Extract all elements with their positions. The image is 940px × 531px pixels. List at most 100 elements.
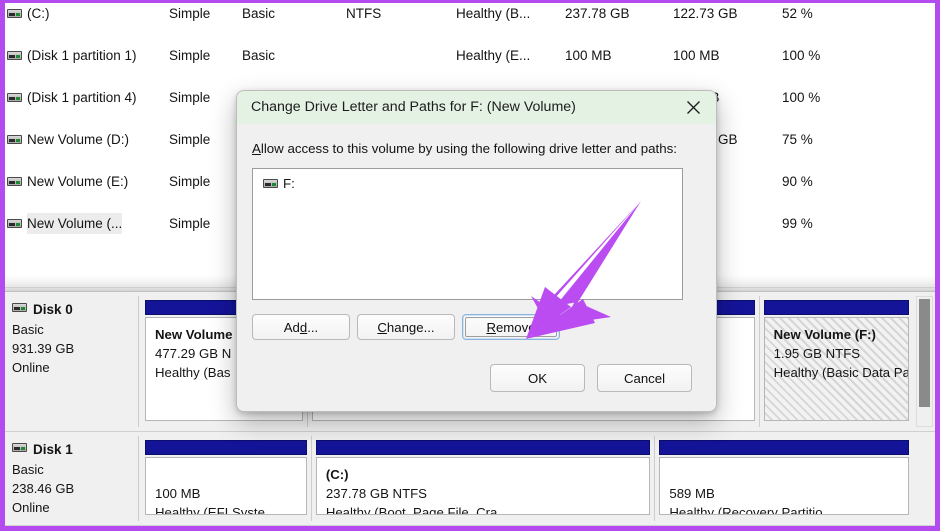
volume-status: Healthy (E... [456, 45, 530, 66]
drive-icon [12, 303, 27, 312]
table-row[interactable]: (Disk 1 partition 1) Simple Basic Health… [5, 45, 935, 66]
volume-type: Basic [242, 3, 275, 24]
drive-icon [7, 45, 27, 66]
partition-size-fs: 589 MB [669, 486, 714, 501]
drive-icon [7, 129, 27, 150]
add-label-1: Ad [284, 320, 300, 335]
partition-bar [659, 440, 909, 455]
partition-bar [316, 440, 651, 455]
partition[interactable]: New Volume (F:) 1.95 GB NTFS Healthy (Ba… [759, 296, 913, 427]
drive-icon [7, 213, 27, 234]
instruction-accel: A [252, 141, 261, 156]
ok-button[interactable]: OK [490, 364, 585, 392]
cancel-button[interactable]: Cancel [597, 364, 692, 392]
change-button[interactable]: Change... [357, 314, 455, 340]
volume-name: New Volume (D:) [27, 129, 129, 150]
partition-letter: (C:) [326, 467, 349, 482]
partition-health: Healthy (Basic Data Part [774, 365, 909, 380]
volume-name: (C:) [27, 3, 50, 24]
partition-body: New Volume (F:) 1.95 GB NTFS Healthy (Ba… [764, 317, 909, 421]
disk-size: 931.39 GB [7, 339, 138, 358]
volume-percent-free: 90 % [782, 171, 813, 192]
cancel-label: Cancel [624, 371, 665, 386]
disk-title-label: Disk 1 [33, 442, 73, 457]
disk-header-0[interactable]: Disk 0 Basic 931.39 GB Online [7, 296, 139, 427]
partition-bar [145, 440, 307, 455]
remove-button[interactable]: Remove [462, 314, 560, 340]
volume-percent-free: 99 % [782, 213, 813, 234]
dialog-titlebar: Change Drive Letter and Paths for F: (Ne… [237, 91, 716, 125]
partition-body: (C:) 237.78 GB NTFS Healthy (Boot, Page … [316, 457, 651, 515]
disk-type: Basic [7, 320, 138, 339]
volume-layout: Simple [169, 45, 210, 66]
disk-title-label: Disk 0 [33, 302, 73, 317]
volume-capacity: 100 MB [565, 45, 612, 66]
volume-name: New Volume (E:) [27, 171, 128, 192]
volume-name: (Disk 1 partition 1) [27, 45, 137, 66]
change-drive-letter-dialog[interactable]: Change Drive Letter and Paths for F: (Ne… [236, 90, 717, 412]
partition-name: New Volume [155, 327, 232, 342]
partition-bar [764, 300, 909, 315]
drive-icon [7, 171, 27, 192]
disk-size: 238.46 GB [7, 479, 138, 498]
volume-free-space: 122.73 GB [673, 3, 738, 24]
ok-label: OK [528, 371, 547, 386]
list-item-label: F: [283, 176, 295, 191]
add-button[interactable]: Add... [252, 314, 350, 340]
disk-status: Online [7, 358, 138, 377]
scrollbar-thumb[interactable] [919, 299, 930, 407]
partition[interactable]: 100 MB Healthy (EFI Syste [141, 436, 311, 521]
disk-view-scrollbar[interactable] [916, 296, 933, 427]
partition-size-fs: 477.29 GB N [155, 346, 231, 361]
volume-layout: Simple [169, 171, 210, 192]
partition-body: 100 MB Healthy (EFI Syste [145, 457, 307, 515]
volume-percent-free: 100 % [782, 45, 820, 66]
disk-header-1[interactable]: Disk 1 Basic 238.46 GB Online [7, 436, 139, 521]
disk-type: Basic [7, 460, 138, 479]
disk-row-1[interactable]: Disk 1 Basic 238.46 GB Online 100 MB Hea… [5, 432, 935, 526]
table-row[interactable]: (C:) Simple Basic NTFS Healthy (B... 237… [5, 3, 935, 24]
add-accel: d [300, 320, 307, 335]
change-accel: C [377, 320, 387, 335]
partition-body: 589 MB Healthy (Recovery Partitio [659, 457, 909, 515]
remove-accel: R [486, 320, 496, 335]
remove-button-focus-ring: Remove [465, 317, 557, 337]
add-label-2: ... [307, 320, 318, 335]
drive-icon [7, 87, 27, 108]
volume-percent-free: 75 % [782, 129, 813, 150]
dialog-title: Change Drive Letter and Paths for F: (Ne… [251, 91, 576, 124]
close-icon[interactable] [670, 91, 716, 124]
partition[interactable]: 589 MB Healthy (Recovery Partitio [654, 436, 913, 521]
partition-health: Healthy (Recovery Partitio [669, 505, 822, 515]
volume-capacity: 237.78 GB [565, 3, 630, 24]
list-item[interactable]: F: [263, 175, 295, 193]
volume-layout: Simple [169, 87, 210, 108]
partition-name: New Volume [774, 327, 851, 342]
volume-filesystem: NTFS [346, 3, 381, 24]
partition-size-fs: 100 MB [155, 486, 200, 501]
remove-label: emove [496, 320, 536, 335]
drive-icon [263, 179, 278, 188]
volume-percent-free: 52 % [782, 3, 813, 24]
partition[interactable]: (C:) 237.78 GB NTFS Healthy (Boot, Page … [311, 436, 655, 521]
volume-name: New Volume (... [27, 213, 122, 234]
drive-icon [12, 443, 27, 452]
instruction-text: llow access to this volume by using the … [261, 141, 677, 156]
partition-health: Healthy (EFI Syste [155, 505, 265, 515]
volume-status: Healthy (B... [456, 3, 530, 24]
disk-title: Disk 1 [7, 440, 138, 460]
partition-size-fs: 237.78 GB NTFS [326, 486, 427, 501]
volume-layout: Simple [169, 3, 210, 24]
disk-title: Disk 0 [7, 300, 138, 320]
volume-percent-free: 100 % [782, 87, 820, 108]
volume-name: (Disk 1 partition 4) [27, 87, 137, 108]
volume-layout: Simple [169, 129, 210, 150]
drive-icon [7, 3, 27, 24]
screenshot-root: (C:) Simple Basic NTFS Healthy (B... 237… [0, 0, 940, 531]
dialog-body: Allow access to this volume by using the… [237, 124, 716, 411]
partition-health: Healthy (Bas [155, 365, 231, 380]
partition-letter: (F:) [855, 327, 876, 342]
drive-paths-listbox[interactable]: F: [252, 168, 683, 300]
dialog-instruction: Allow access to this volume by using the… [252, 141, 677, 156]
volume-type: Basic [242, 45, 275, 66]
